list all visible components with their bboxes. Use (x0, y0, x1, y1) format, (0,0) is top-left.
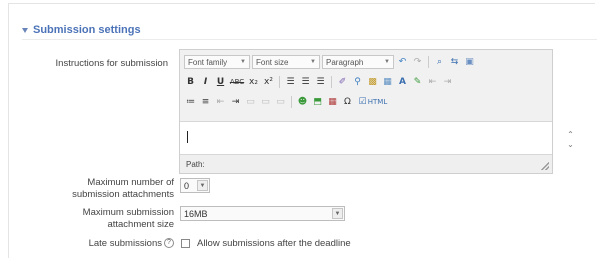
numbered-list-icon[interactable]: ≡ (199, 95, 212, 108)
emoticon-icon[interactable]: ☻ (296, 95, 309, 108)
disabled-icon: ▭ (276, 96, 285, 107)
align-left-icon[interactable]: ☰ (284, 75, 297, 88)
chevron-down-icon: ▼ (310, 59, 316, 65)
redo-icon[interactable]: ↷ (411, 56, 424, 69)
font-family-select[interactable]: Font family ▼ (184, 55, 250, 69)
toolbar-separator (428, 56, 429, 68)
paragraph-select[interactable]: Paragraph ▼ (322, 55, 394, 69)
background-color-icon[interactable]: ✎ (411, 75, 424, 88)
italic-button[interactable]: I (199, 75, 212, 88)
indent-icon[interactable]: ⇥ (229, 95, 242, 108)
strikethrough-button[interactable]: ABC (229, 75, 245, 88)
collapse-triangle-icon[interactable] (22, 27, 28, 33)
late-submissions-label: Late submissions? (20, 238, 174, 250)
section-header-submission-settings[interactable]: Submission settings (22, 24, 141, 36)
allow-late-checkbox[interactable] (181, 239, 190, 248)
chevron-down-icon: ▼ (332, 208, 343, 219)
max-size-label: Maximum submission attachment size (82, 207, 174, 230)
special-char-icon[interactable]: Ω (341, 95, 354, 108)
ltr-icon[interactable]: ⇥ (441, 75, 454, 88)
toolbar-row-2: B I U ABC x₂ x² ☰ ☰ ☰ ✐ ⚲ ▩ ▦ A ✎ ⇤ ⇥ (184, 75, 454, 88)
toolbar-separator (291, 95, 292, 108)
insert-media-icon[interactable]: ▦ (381, 75, 394, 88)
disabled-icon: ▭ (261, 96, 270, 107)
max-attachments-select[interactable]: 0 ▼ (180, 178, 210, 193)
html-table-icon[interactable]: ▦ (326, 95, 339, 108)
rtl-icon[interactable]: ⇤ (426, 75, 439, 88)
outdent-icon[interactable]: ⇤ (214, 95, 227, 108)
insert-link-icon[interactable]: ⚲ (351, 75, 364, 88)
insert-image-icon[interactable]: ▩ (366, 75, 379, 88)
find-icon[interactable]: ⌕ (433, 56, 446, 69)
toolbar-separator (279, 75, 280, 88)
editor-content-area[interactable] (180, 122, 552, 155)
underline-button[interactable]: U (214, 75, 227, 88)
superscript-button[interactable]: x² (262, 75, 275, 88)
editor-resize-stepper-icon[interactable]: ⌃ ⌄ (566, 130, 575, 152)
text-caret (187, 131, 188, 143)
subscript-button[interactable]: x₂ (247, 75, 260, 88)
font-size-select[interactable]: Font size ▼ (252, 55, 320, 69)
allow-late-checkbox-label[interactable]: Allow submissions after the deadline (197, 238, 351, 249)
undo-icon[interactable]: ↶ (396, 56, 409, 69)
fullscreen-icon[interactable]: ▣ (463, 56, 476, 69)
chevron-down-icon: ▼ (384, 59, 390, 65)
instructions-label: Instructions for submission (55, 58, 168, 69)
section-title: Submission settings (33, 24, 141, 36)
moodle-media-icon[interactable]: ⬒ (311, 95, 324, 108)
help-icon[interactable]: ? (164, 238, 174, 249)
resize-grip-icon[interactable] (541, 162, 549, 170)
chevron-down-icon: ▼ (197, 180, 208, 191)
toolbar-separator (331, 75, 332, 88)
spellcheck-icon[interactable]: HTML (368, 95, 387, 108)
rich-text-editor[interactable]: Font family ▼ Font size ▼ Paragraph ▼ ↶ ↷ ⌕… (179, 49, 553, 174)
align-center-icon[interactable]: ☰ (299, 75, 312, 88)
disabled-icon: ▭ (246, 96, 255, 107)
max-attachments-label: Maximum number of submission attachments (72, 177, 174, 200)
align-right-icon[interactable]: ☰ (314, 75, 327, 88)
bold-button[interactable]: B (184, 75, 197, 88)
clean-format-icon[interactable]: ✐ (336, 75, 349, 88)
text-color-icon[interactable]: A (396, 75, 409, 88)
section-divider (22, 39, 597, 40)
replace-icon[interactable]: ⇆ (448, 56, 461, 69)
toolbar-row-1: Font family ▼ Font size ▼ Paragraph ▼ ↶ ↷ ⌕… (184, 55, 476, 69)
editor-status-path: Path: (180, 154, 552, 173)
chevron-down-icon: ▼ (240, 59, 246, 65)
bullet-list-icon[interactable]: ≔ (184, 95, 197, 108)
toolbar-row-3: ≔ ≡ ⇤ ⇥ ▭ ▭ ▭ ☻ ⬒ ▦ Ω ☑ HTML (184, 95, 387, 108)
editor-toolbar: Font family ▼ Font size ▼ Paragraph ▼ ↶ ↷ ⌕… (180, 50, 552, 122)
max-size-select[interactable]: 16MB ▼ (180, 206, 345, 221)
